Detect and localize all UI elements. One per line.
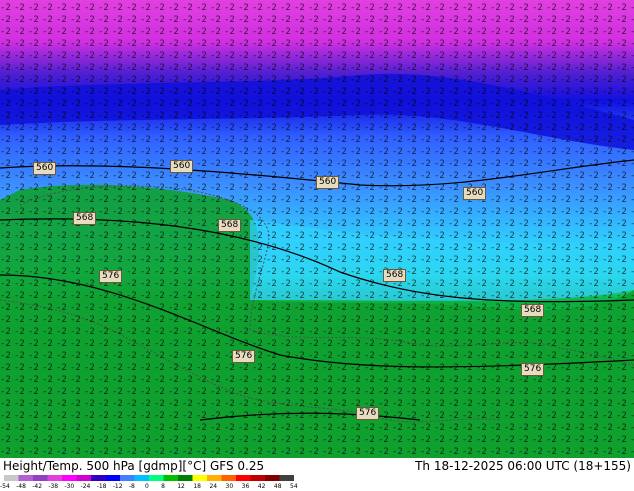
colorbar-tick-label: -48 [16,483,26,490]
colorbar-tick-label: -24 [80,483,91,490]
colorbar-tick-label: -42 [32,483,43,490]
contour-label: 576 [99,270,123,283]
colorbar-tick-label: -12 [112,483,123,490]
colorbar-segment [62,475,77,481]
colorbar-segment [221,475,237,481]
colorbar-segment [120,475,135,481]
colorbar-segment [76,475,92,481]
temperature-field: -2 [0,0,634,458]
colorbar-segment [178,475,193,481]
colorbar-segment [134,475,150,481]
colorbar-tick-label: -30 [64,483,75,490]
colorbar-segment [163,475,179,481]
colorbar-tick-label: 12 [177,483,185,490]
colorbar-tick-label: 8 [161,483,165,490]
colorbar-segment [91,475,106,481]
contour-label: 560 [463,187,487,200]
contour-label: 568 [218,219,242,232]
colorbar-tick-label: 0 [145,483,149,490]
colorbar-tick-label: -18 [96,483,107,490]
colorbar-segment [33,475,48,481]
colorbar-tick-label: 36 [241,483,250,490]
contour-label: 568 [73,212,97,225]
footer: Height/Temp. 500 hPa [gdmp][°C] GFS 0.25… [0,458,634,490]
colorbar-segment [279,475,294,481]
contour-label: 576 [232,350,256,363]
map-title: Height/Temp. 500 hPa [gdmp][°C] GFS 0.25 [3,459,265,473]
contour-label: 576 [521,363,545,376]
colorbar-segment [265,475,280,481]
colorbar [4,475,294,481]
colorbar-segment [47,475,63,481]
contour-label: 576 [356,407,380,420]
contour-label: 568 [521,304,545,317]
map: -2 560 560 560 560 568 568 576 568 568 5… [0,0,634,458]
colorbar-segment [18,475,34,481]
run-info: Th 18-12-2025 06:00 UTC (18+155) [415,459,631,473]
colorbar-tick-label: -38 [48,483,59,490]
colorbar-tick-label: 54 [290,483,298,490]
colorbar-segment [105,475,121,481]
colorbar-tick-label: 48 [273,483,282,490]
contour-label: 560 [170,160,194,173]
colorbar-segment [4,475,19,481]
colorbar-tick-label: 42 [257,483,266,490]
colorbar-tick-label: -54 [0,483,10,490]
contour-label: 560 [316,176,340,189]
colorbar-tick-label: 24 [209,483,218,490]
colorbar-segment [192,475,208,481]
contour-label: 568 [383,269,407,282]
colorbar-tick-label: 18 [193,483,201,490]
colorbar-segment [236,475,251,481]
colorbar-tick-label: -8 [128,483,135,490]
colorbar-segment [149,475,164,481]
contour-label: 560 [33,162,57,175]
colorbar-segment [250,475,266,481]
colorbar-tick-label: 30 [225,483,234,490]
colorbar-segment [207,475,222,481]
